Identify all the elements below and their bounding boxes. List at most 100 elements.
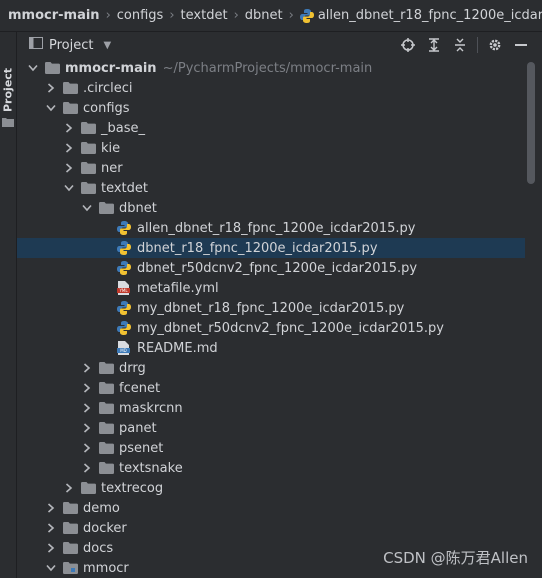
- folder-icon: [45, 61, 61, 75]
- chevron-right-icon[interactable]: [81, 382, 93, 394]
- vertical-scrollbar[interactable]: [527, 62, 535, 184]
- left-tool-strip: Project: [0, 32, 17, 578]
- module-folder-icon: [63, 561, 79, 575]
- tree-file-row[interactable]: allen_dbnet_r18_fpnc_1200e_icdar2015.py: [17, 218, 525, 238]
- tree-folder-row[interactable]: textdet: [17, 178, 525, 198]
- chevron-right-icon[interactable]: [45, 502, 57, 514]
- chevron-right-icon[interactable]: [63, 162, 75, 174]
- tree-item-label: fcenet: [119, 380, 161, 396]
- chevron-down-icon[interactable]: [45, 102, 57, 114]
- folder-icon: [81, 161, 97, 175]
- breadcrumb-item[interactable]: configs: [117, 8, 164, 23]
- tree-item-label: _base_: [101, 120, 145, 136]
- tree-file-row[interactable]: my_dbnet_r50dcnv2_fpnc_1200e_icdar2015.p…: [17, 318, 525, 338]
- tree-file-row[interactable]: dbnet_r18_fpnc_1200e_icdar2015.py: [17, 238, 525, 258]
- python-file-icon: [299, 8, 314, 23]
- tree-folder-row[interactable]: ner: [17, 158, 525, 178]
- tree-item-label: README.md: [137, 340, 218, 356]
- tree-item-label: panet: [119, 420, 157, 436]
- chevron-right-icon: ›: [288, 8, 294, 23]
- breadcrumb-item[interactable]: mmocr-main: [8, 8, 100, 23]
- tree-item-label: .circleci: [83, 80, 133, 96]
- tree-item-label: docker: [83, 520, 127, 536]
- chevron-down-icon[interactable]: [27, 62, 39, 74]
- tree-item-label: my_dbnet_r18_fpnc_1200e_icdar2015.py: [137, 300, 405, 316]
- tree-file-row[interactable]: YML metafile.yml: [17, 278, 525, 298]
- chevron-right-icon[interactable]: [63, 122, 75, 134]
- chevron-right-icon[interactable]: [45, 522, 57, 534]
- hide-panel-icon[interactable]: [512, 36, 530, 54]
- tree-folder-row[interactable]: .circleci: [17, 78, 525, 98]
- tree-folder-row[interactable]: textrecog: [17, 478, 525, 498]
- project-view-icon: [29, 37, 43, 53]
- chevron-right-icon[interactable]: [81, 442, 93, 454]
- project-tool-tab[interactable]: Project: [0, 68, 16, 112]
- gear-icon[interactable]: [486, 36, 504, 54]
- folder-icon: [63, 81, 79, 95]
- folder-icon: [63, 101, 79, 115]
- tree-file-row[interactable]: my_dbnet_r18_fpnc_1200e_icdar2015.py: [17, 298, 525, 318]
- chevron-right-icon: ›: [105, 8, 111, 23]
- folder-icon: [99, 441, 115, 455]
- tree-folder-row[interactable]: mmocr-main ~/PycharmProjects/mmocr-main: [17, 58, 525, 78]
- chevron-right-icon[interactable]: [81, 362, 93, 374]
- tree-file-row[interactable]: MD README.md: [17, 338, 525, 358]
- chevron-right-icon[interactable]: [63, 482, 75, 494]
- panel-title[interactable]: Project: [49, 38, 93, 53]
- chevron-down-icon[interactable]: [63, 182, 75, 194]
- chevron-right-icon[interactable]: [45, 82, 57, 94]
- expand-all-icon[interactable]: [425, 36, 443, 54]
- folder-icon: [81, 141, 97, 155]
- chevron-right-icon[interactable]: [81, 422, 93, 434]
- tree-folder-row[interactable]: dbnet: [17, 198, 525, 218]
- collapse-all-icon[interactable]: [451, 36, 469, 54]
- tree-folder-row[interactable]: psenet: [17, 438, 525, 458]
- breadcrumb-item[interactable]: allen_dbnet_r18_fpnc_1200e_icdar2015.py: [318, 8, 542, 23]
- tree-item-label: kie: [101, 140, 121, 156]
- tree-folder-row[interactable]: configs: [17, 98, 525, 118]
- tree-item-label: textdet: [101, 180, 149, 196]
- folder-icon: [99, 461, 115, 475]
- tree-folder-row[interactable]: maskrcnn: [17, 398, 525, 418]
- folder-icon: [99, 361, 115, 375]
- tree-folder-row[interactable]: kie: [17, 138, 525, 158]
- python-file-icon: [117, 261, 133, 275]
- folder-icon: [99, 421, 115, 435]
- tree-item-label: dbnet_r18_fpnc_1200e_icdar2015.py: [137, 240, 378, 256]
- watermark: CSDN @陈万君Allen: [383, 549, 528, 567]
- tree-folder-row[interactable]: textsnake: [17, 458, 525, 478]
- chevron-down-icon[interactable]: ▼: [103, 40, 111, 51]
- python-file-icon: [117, 301, 133, 315]
- chevron-down-icon[interactable]: [81, 202, 93, 214]
- breadcrumb-item[interactable]: textdet: [181, 8, 228, 23]
- chevron-right-icon[interactable]: [81, 402, 93, 414]
- tree-file-row[interactable]: dbnet_r50dcnv2_fpnc_1200e_icdar2015.py: [17, 258, 525, 278]
- tree-item-label: mmocr: [83, 560, 129, 576]
- folder-icon[interactable]: [2, 116, 14, 131]
- tree-folder-row[interactable]: demo: [17, 498, 525, 518]
- chevron-right-icon[interactable]: [81, 462, 93, 474]
- tree-folder-row[interactable]: fcenet: [17, 378, 525, 398]
- tree-folder-row[interactable]: docker: [17, 518, 525, 538]
- tree-item-label: textsnake: [119, 460, 183, 476]
- folder-icon: [63, 501, 79, 515]
- folder-icon: [63, 541, 79, 555]
- folder-icon: [99, 401, 115, 415]
- locate-icon[interactable]: [399, 36, 417, 54]
- chevron-down-icon[interactable]: [45, 562, 57, 574]
- chevron-right-icon[interactable]: [63, 142, 75, 154]
- project-path: ~/PycharmProjects/mmocr-main: [162, 60, 373, 76]
- python-file-icon: [117, 221, 133, 235]
- tree-item-label: allen_dbnet_r18_fpnc_1200e_icdar2015.py: [137, 220, 416, 236]
- breadcrumb-item[interactable]: dbnet: [245, 8, 283, 23]
- folder-icon: [81, 481, 97, 495]
- tree-item-label: psenet: [119, 440, 164, 456]
- tree-folder-row[interactable]: drrg: [17, 358, 525, 378]
- python-file-icon: [117, 321, 133, 335]
- chevron-right-icon[interactable]: [45, 542, 57, 554]
- tree-folder-row[interactable]: _base_: [17, 118, 525, 138]
- folder-icon: [81, 121, 97, 135]
- chevron-right-icon: ›: [233, 8, 239, 23]
- project-tree: mmocr-main ~/PycharmProjects/mmocr-main .c…: [17, 58, 525, 578]
- tree-folder-row[interactable]: panet: [17, 418, 525, 438]
